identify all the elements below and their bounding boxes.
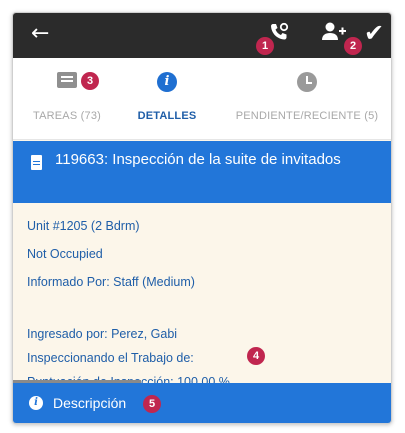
reported-by-text: Informado Por: Staff (Medium) [27,275,195,289]
tab-bar: 3 TAREAS (73) i DETALLES PENDIENTE/RECIE… [13,58,391,140]
callout-badge-5: 5 [143,395,161,413]
tab-detalles[interactable]: i DETALLES [127,58,207,140]
info-icon: i [29,396,43,410]
list-icon [57,72,77,88]
inspecting-text: Inspeccionando el Trabajo de: [27,351,194,365]
clock-icon [297,72,317,92]
description-label: Descripción [53,395,127,411]
document-icon [31,155,42,170]
entered-by-text: Ingresado por: Perez, Gabi [27,327,178,341]
tab-tareas[interactable]: 3 TAREAS (73) [13,58,121,140]
tab-tareas-label: TAREAS (73) [32,110,101,122]
add-user-icon[interactable] [321,21,347,43]
check-icon[interactable]: ✔ [364,19,384,47]
details-panel: Unit #1205 (2 Bdrm) Not Occupied Informa… [13,203,391,389]
work-order-title-bar: 119663: Inspección de la suite de invita… [13,141,391,203]
description-section-header[interactable]: i Descripción 5 [13,383,391,423]
app-screen: ← 1 2 ✔ 3 TAREAS (73) i DETALLES PENDIEN… [12,12,392,424]
back-arrow-icon[interactable]: ← [31,23,49,45]
add-user-svg [322,22,346,40]
unit-text: Unit #1205 (2 Bdrm) [27,219,140,233]
callout-badge-4: 4 [247,347,265,365]
tab-detalles-label: DETALLES [137,110,197,122]
callout-badge-3: 3 [81,72,99,90]
work-order-title: 119663: Inspección de la suite de invita… [55,151,341,168]
callout-badge-1: 1 [256,37,274,55]
occupancy-text: Not Occupied [27,247,103,261]
top-app-bar: ← 1 2 ✔ [13,13,391,58]
info-icon: i [157,72,177,92]
callout-badge-2: 2 [344,37,362,55]
tab-pendiente-label: PENDIENTE/RECIENTE (5) [235,110,379,122]
tab-pendiente-reciente[interactable]: PENDIENTE/RECIENTE (5) [221,58,391,140]
